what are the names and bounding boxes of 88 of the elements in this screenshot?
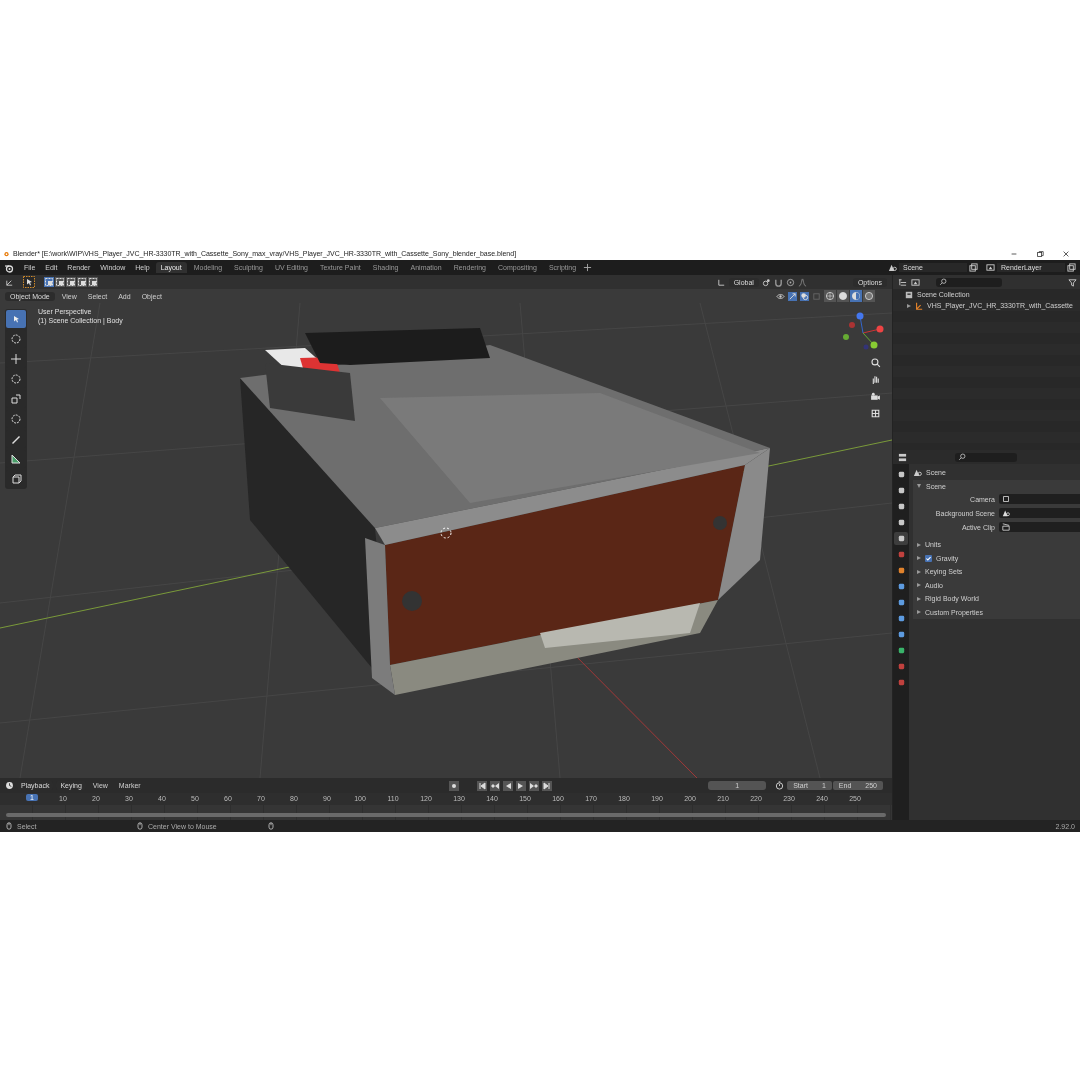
- collection-icon: [905, 290, 913, 299]
- scene-field-icon: [1002, 509, 1010, 517]
- next-keyframe-icon[interactable]: [529, 780, 540, 791]
- zoom-icon[interactable]: [870, 357, 881, 368]
- properties-tab[interactable]: [894, 532, 908, 545]
- rounded-square-icon: [896, 486, 906, 495]
- rounded-square-icon: [896, 646, 906, 655]
- xray-toggle-icon[interactable]: [812, 291, 821, 301]
- copy-icon[interactable]: [969, 263, 978, 272]
- selection-mode-button[interactable]: [88, 277, 98, 287]
- blender-logo-icon: [3, 250, 10, 257]
- object-field[interactable]: [999, 494, 1080, 504]
- rounded-square-icon: [896, 518, 906, 527]
- properties-search-field[interactable]: [955, 452, 1017, 462]
- outliner-type-icon[interactable]: [898, 277, 907, 287]
- jump-start-icon[interactable]: [477, 780, 488, 791]
- empty-axes-icon: [915, 301, 923, 310]
- timeline-scrollbar[interactable]: [6, 813, 886, 817]
- camera-icon[interactable]: [870, 391, 881, 402]
- play-icon[interactable]: [516, 780, 527, 791]
- pivot-icon[interactable]: [761, 277, 771, 287]
- selection-mode-button[interactable]: [55, 277, 65, 287]
- expand-toggle[interactable]: [907, 303, 911, 308]
- clip-field-icon: [1002, 523, 1010, 531]
- play-reverse-icon[interactable]: [503, 780, 514, 791]
- wireframe-shading-button[interactable]: [824, 290, 836, 302]
- snap-magnet-icon[interactable]: [773, 277, 783, 287]
- overlays-toggle-icon[interactable]: [800, 291, 809, 301]
- clock-icon[interactable]: [5, 781, 14, 790]
- search-icon: [958, 453, 966, 461]
- expand-toggle[interactable]: [917, 542, 921, 547]
- expand-toggle[interactable]: [917, 556, 921, 561]
- blender-logo-icon[interactable]: [4, 262, 14, 273]
- expand-toggle[interactable]: [917, 583, 921, 588]
- previous-keyframe-icon[interactable]: [490, 780, 501, 791]
- rendered-shading-button[interactable]: [863, 290, 875, 302]
- mouse-icon: [267, 822, 275, 830]
- rounded-square-icon: [896, 662, 906, 671]
- material-shading-button[interactable]: [850, 290, 862, 302]
- camera-field-icon: [1002, 495, 1010, 503]
- rounded-square-icon: [896, 630, 906, 639]
- hand-icon[interactable]: [870, 374, 881, 385]
- selection-mode-button[interactable]: [44, 277, 54, 287]
- scene-icon: [913, 467, 922, 477]
- rounded-square-icon: [896, 598, 906, 607]
- filter-icon[interactable]: [1067, 277, 1077, 287]
- expand-toggle[interactable]: [917, 610, 921, 615]
- rounded-square-icon: [896, 678, 906, 687]
- rounded-square-icon: [896, 566, 906, 575]
- layers-icon[interactable]: [986, 263, 995, 272]
- stopwatch-icon[interactable]: [775, 781, 785, 790]
- selection-mode-button[interactable]: [77, 277, 87, 287]
- select-tool-icon[interactable]: [23, 276, 35, 288]
- expand-toggle[interactable]: [917, 569, 921, 574]
- display-mode-icon[interactable]: [911, 277, 920, 287]
- copy-icon[interactable]: [1067, 263, 1076, 272]
- properties-type-icon[interactable]: [898, 452, 907, 462]
- falloff-curve-icon[interactable]: [797, 277, 807, 287]
- scene-icon[interactable]: [888, 263, 897, 272]
- visibility-icon[interactable]: [776, 291, 785, 301]
- rounded-square-icon: [896, 582, 906, 591]
- mouse-icon: [5, 822, 13, 830]
- rounded-square-icon: [896, 550, 906, 559]
- close-icon[interactable]: [1062, 249, 1070, 258]
- expand-toggle[interactable]: [917, 596, 921, 601]
- select-box-icon[interactable]: [6, 310, 26, 328]
- 3d-cursor-icon: [440, 527, 452, 539]
- rounded-square-icon: [896, 534, 906, 543]
- orientation-icon[interactable]: [716, 277, 726, 287]
- grid-icon[interactable]: [870, 408, 881, 419]
- outliner-search-field[interactable]: [936, 277, 1002, 287]
- rounded-square-icon: [896, 614, 906, 623]
- record-button[interactable]: [449, 780, 460, 791]
- mouse-icon: [136, 822, 144, 830]
- object-field[interactable]: [999, 522, 1080, 532]
- jump-end-icon[interactable]: [542, 780, 553, 791]
- checkbox[interactable]: [925, 554, 932, 562]
- maximize-icon[interactable]: [1036, 249, 1044, 258]
- search-icon: [939, 278, 947, 286]
- add-icon[interactable]: [583, 263, 593, 272]
- object-field[interactable]: [999, 508, 1080, 518]
- rounded-square-icon: [896, 470, 906, 479]
- expand-toggle[interactable]: [917, 484, 921, 488]
- gizmo-toggle-icon[interactable]: [788, 291, 797, 301]
- solid-shading-button[interactable]: [837, 290, 849, 302]
- rounded-square-icon: [896, 502, 906, 511]
- selection-mode-button[interactable]: [66, 277, 76, 287]
- proportional-edit-icon[interactable]: [785, 277, 795, 287]
